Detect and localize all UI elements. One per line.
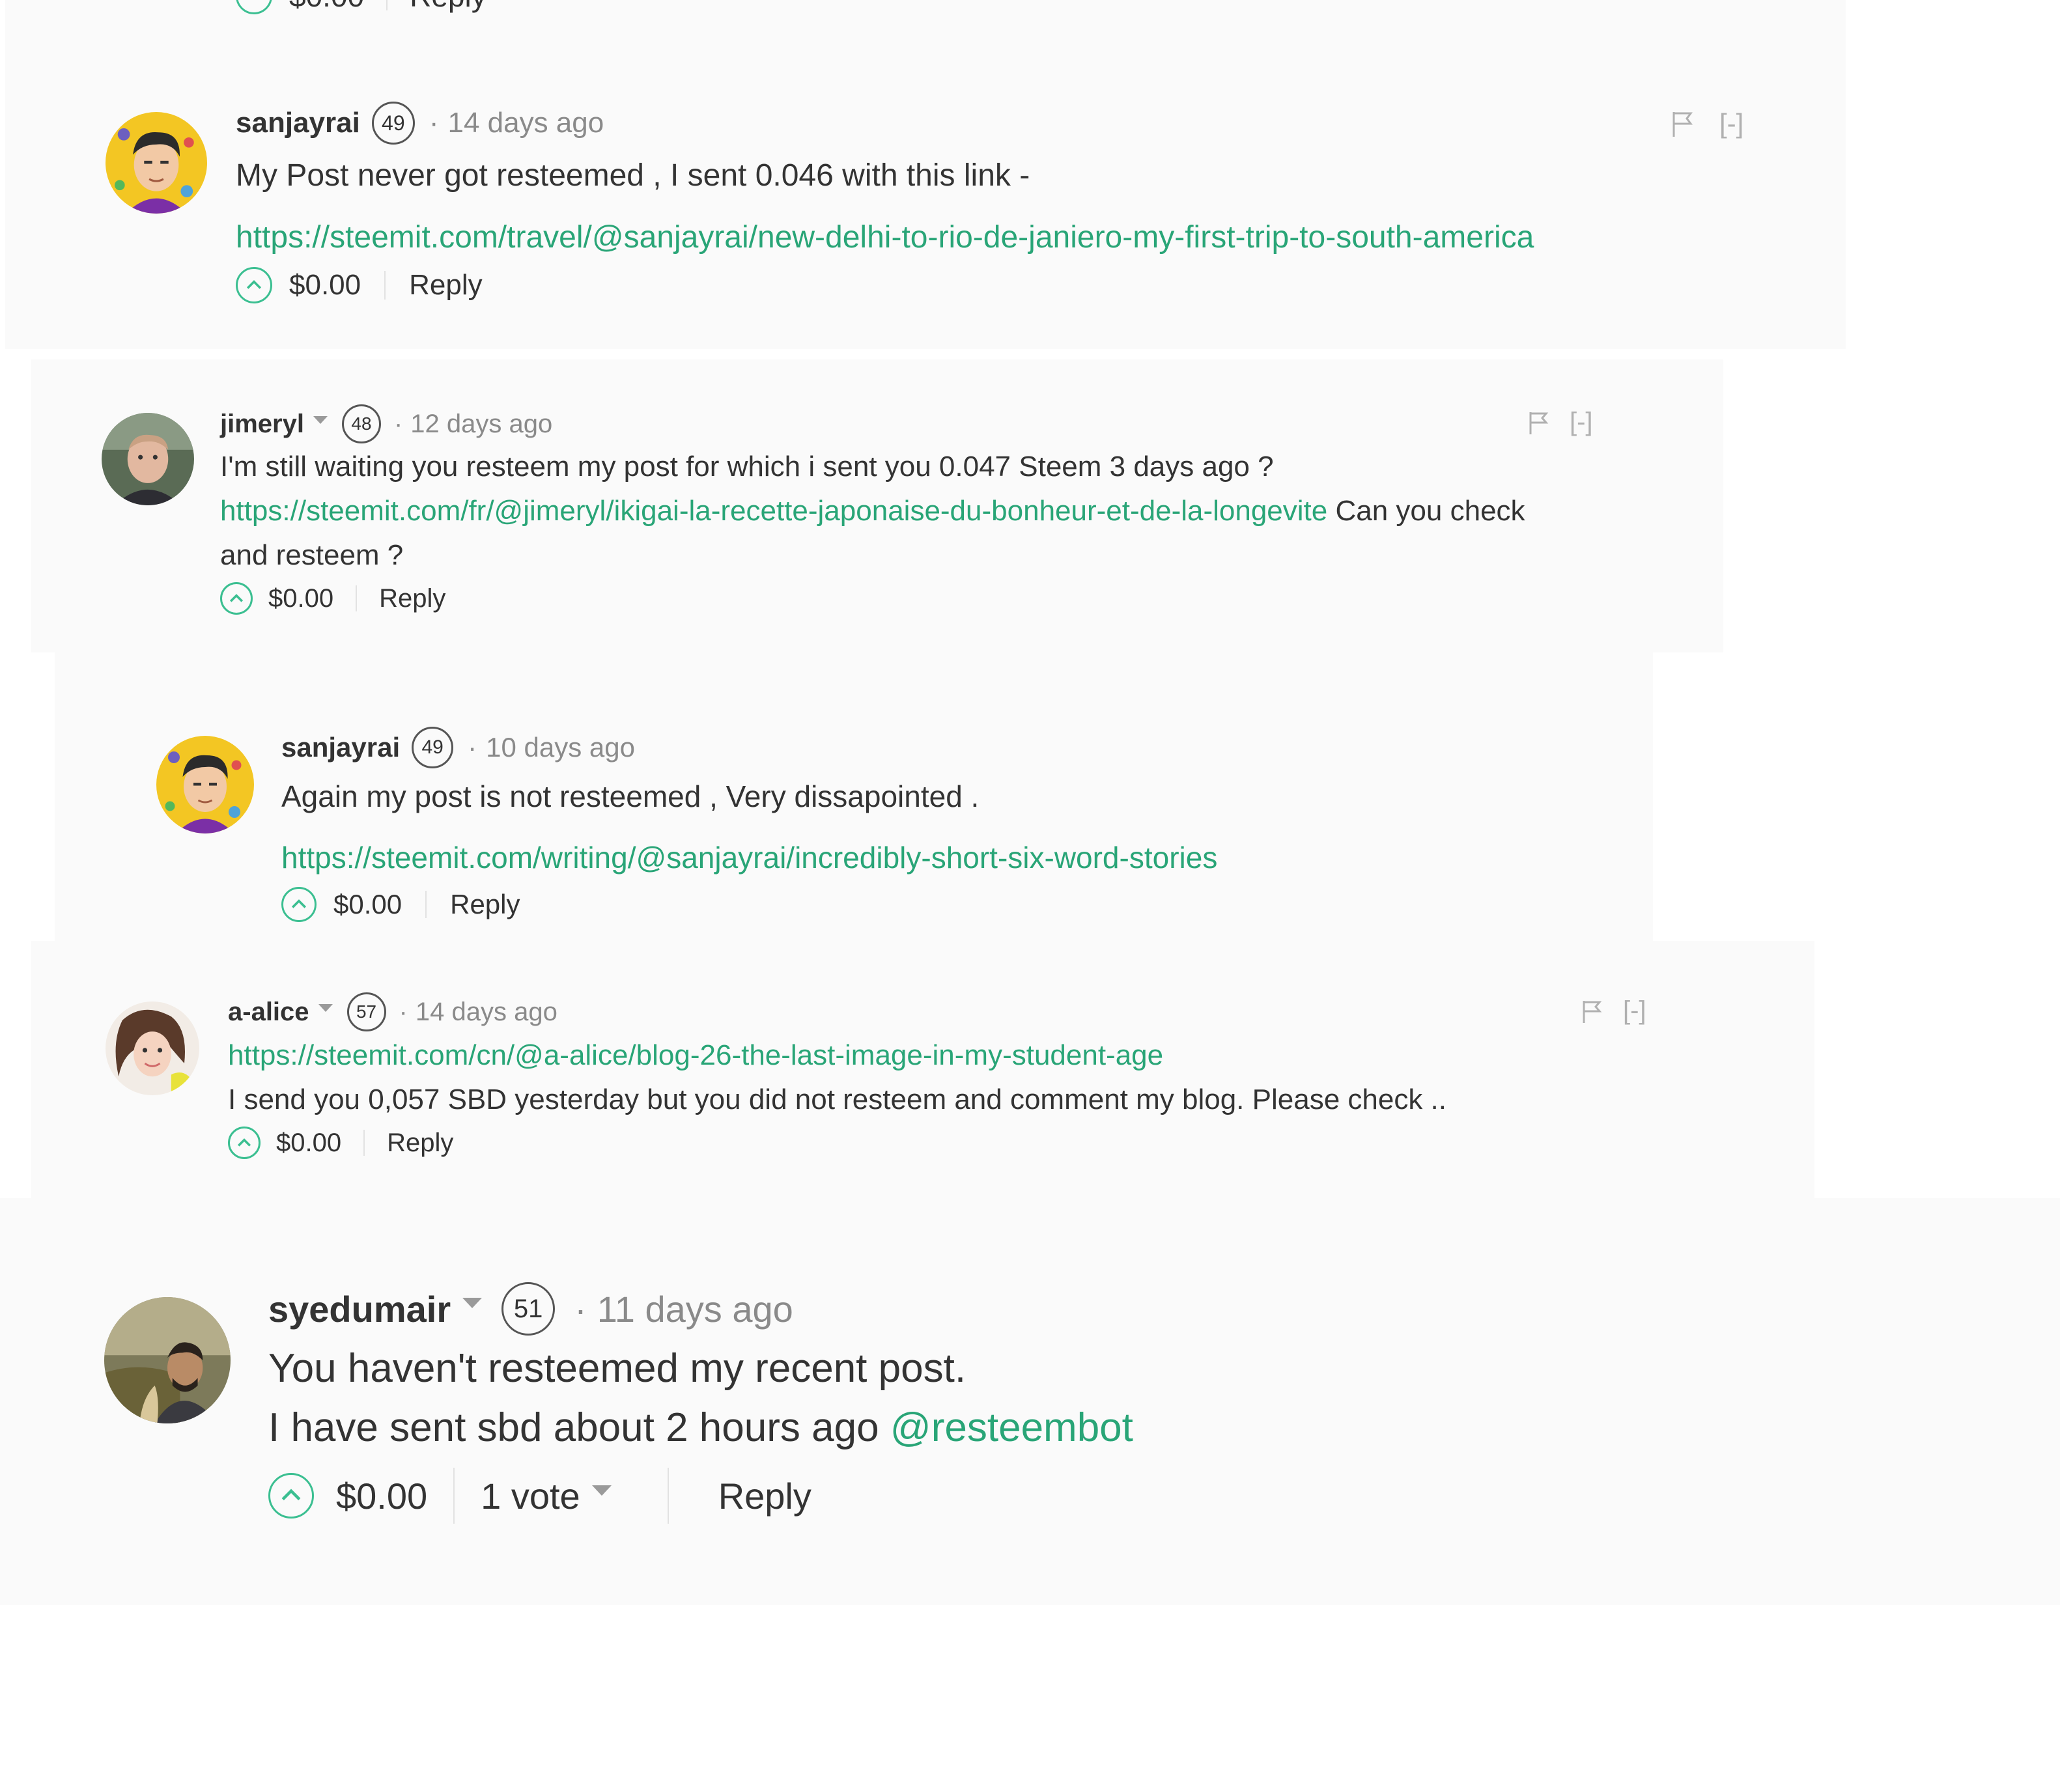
footer-separator: [667, 1468, 669, 1524]
meta-separator: ·: [429, 107, 439, 139]
upvote-icon[interactable]: [236, 0, 272, 14]
reply-link[interactable]: Reply: [379, 584, 445, 613]
payout-value: $0.00: [333, 889, 402, 919]
reply-link[interactable]: Reply: [387, 1128, 453, 1158]
comment-tools: [-]: [1580, 996, 1646, 1026]
comment-footer: $0.00 1 vote Reply: [268, 1468, 1133, 1524]
reply-link[interactable]: Reply: [409, 269, 483, 301]
payout-value: $0.00: [268, 583, 334, 613]
meta-separator: ·: [468, 732, 477, 763]
meta-separator: ·: [399, 997, 408, 1026]
collapse-toggle[interactable]: [-]: [1719, 108, 1743, 139]
meta-separator: ·: [393, 409, 403, 438]
comment-author[interactable]: syedumair: [268, 1288, 451, 1330]
comment-text-line: Can you check: [1327, 495, 1525, 527]
reputation-badge: 51: [501, 1282, 556, 1336]
comment-link[interactable]: https://steemit.com/writing/@sanjayrai/i…: [281, 840, 1217, 875]
footer-separator: [453, 1468, 455, 1524]
footer-separator: [384, 271, 386, 300]
comment-footer: $0.00 Reply: [236, 267, 1534, 303]
payout-value: $0.00: [336, 1475, 428, 1517]
comment-link[interactable]: https://steemit.com/travel/@sanjayrai/ne…: [236, 219, 1534, 255]
caret-down-icon[interactable]: [318, 1004, 333, 1012]
flag-icon[interactable]: [1527, 410, 1550, 436]
comment-text: Again my post is not resteemed , Very di…: [281, 779, 980, 813]
upvote-icon[interactable]: [236, 267, 272, 303]
comment-tools: [-]: [1527, 408, 1593, 437]
caret-down-icon[interactable]: [462, 1298, 483, 1308]
upvote-icon[interactable]: [228, 1127, 261, 1159]
upvote-icon[interactable]: [268, 1473, 314, 1519]
comment-author[interactable]: a-alice: [228, 998, 309, 1027]
reputation-badge: 49: [412, 727, 454, 768]
upvote-icon[interactable]: [220, 582, 253, 615]
comment-timestamp[interactable]: 14 days ago: [447, 107, 604, 139]
reply-link[interactable]: Reply: [410, 0, 487, 14]
avatar[interactable]: [102, 413, 194, 505]
comment-text: https://steemit.com/fr/@jimeryl/ikigai-l…: [220, 495, 1525, 527]
comment-timestamp[interactable]: 10 days ago: [486, 732, 635, 763]
comment-footer: $0.00 Reply: [228, 1127, 1446, 1159]
comment-author[interactable]: jimeryl: [220, 410, 304, 439]
footer-separator: [425, 891, 427, 918]
flag-icon[interactable]: [1670, 109, 1696, 138]
caret-down-icon[interactable]: [313, 416, 328, 424]
comment-author[interactable]: sanjayrai: [281, 732, 400, 763]
caret-down-icon[interactable]: [591, 1485, 612, 1496]
comment-footer: $0.00 Reply: [220, 582, 1525, 615]
comment-text: I send you 0,057 SBD yesterday but you d…: [228, 1084, 1447, 1115]
footer-separator: [356, 585, 358, 611]
comment-timestamp[interactable]: 11 days ago: [597, 1288, 793, 1330]
reputation-badge: 49: [371, 102, 415, 145]
comment-timestamp[interactable]: 12 days ago: [410, 410, 552, 439]
comment-text-line: I have sent sbd about 2 hours ago: [268, 1405, 890, 1450]
comment-text: I'm still waiting you resteem my post fo…: [220, 451, 1525, 483]
reputation-badge: 57: [346, 992, 386, 1031]
meta-separator: ·: [574, 1288, 587, 1330]
avatar[interactable]: [106, 1001, 199, 1095]
avatar[interactable]: [104, 1297, 231, 1423]
collapse-toggle[interactable]: [-]: [1623, 996, 1646, 1026]
comment-link[interactable]: https://steemit.com/cn/@a-alice/blog-26-…: [228, 1039, 1446, 1072]
payout-value: $0.00: [289, 269, 361, 301]
comment-text-line: I'm still waiting you resteem my post fo…: [220, 451, 1274, 483]
comment-text: My Post never got resteemed , I sent 0.0…: [236, 158, 1030, 193]
user-mention-link[interactable]: @resteembot: [890, 1405, 1133, 1450]
avatar[interactable]: [106, 112, 207, 214]
comment-footer-partial: $0.00 Reply: [236, 0, 487, 14]
comment-timestamp[interactable]: 14 days ago: [416, 998, 557, 1027]
comment-author[interactable]: sanjayrai: [236, 107, 360, 139]
comment-footer: $0.00 Reply: [281, 887, 1217, 922]
comment-text: I have sent sbd about 2 hours ago @reste…: [268, 1405, 1133, 1451]
upvote-icon[interactable]: [281, 887, 317, 922]
reputation-badge: 48: [341, 404, 381, 443]
reply-link[interactable]: Reply: [718, 1475, 811, 1517]
comment-text: and resteem ?: [220, 539, 404, 571]
vote-count[interactable]: 1 vote: [481, 1475, 580, 1517]
avatar[interactable]: [156, 736, 254, 833]
payout-value: $0.00: [276, 1128, 342, 1157]
reply-link[interactable]: Reply: [450, 889, 520, 920]
flag-icon[interactable]: [1580, 998, 1603, 1024]
payout-value: $0.00: [289, 0, 364, 14]
collapse-toggle[interactable]: [-]: [1570, 408, 1593, 437]
footer-separator: [386, 0, 388, 10]
footer-separator: [363, 1130, 365, 1156]
comment-link[interactable]: https://steemit.com/fr/@jimeryl/ikigai-l…: [220, 495, 1327, 527]
comment-tools: [-]: [1670, 108, 1743, 139]
comment-text: You haven't resteemed my recent post.: [268, 1346, 967, 1391]
